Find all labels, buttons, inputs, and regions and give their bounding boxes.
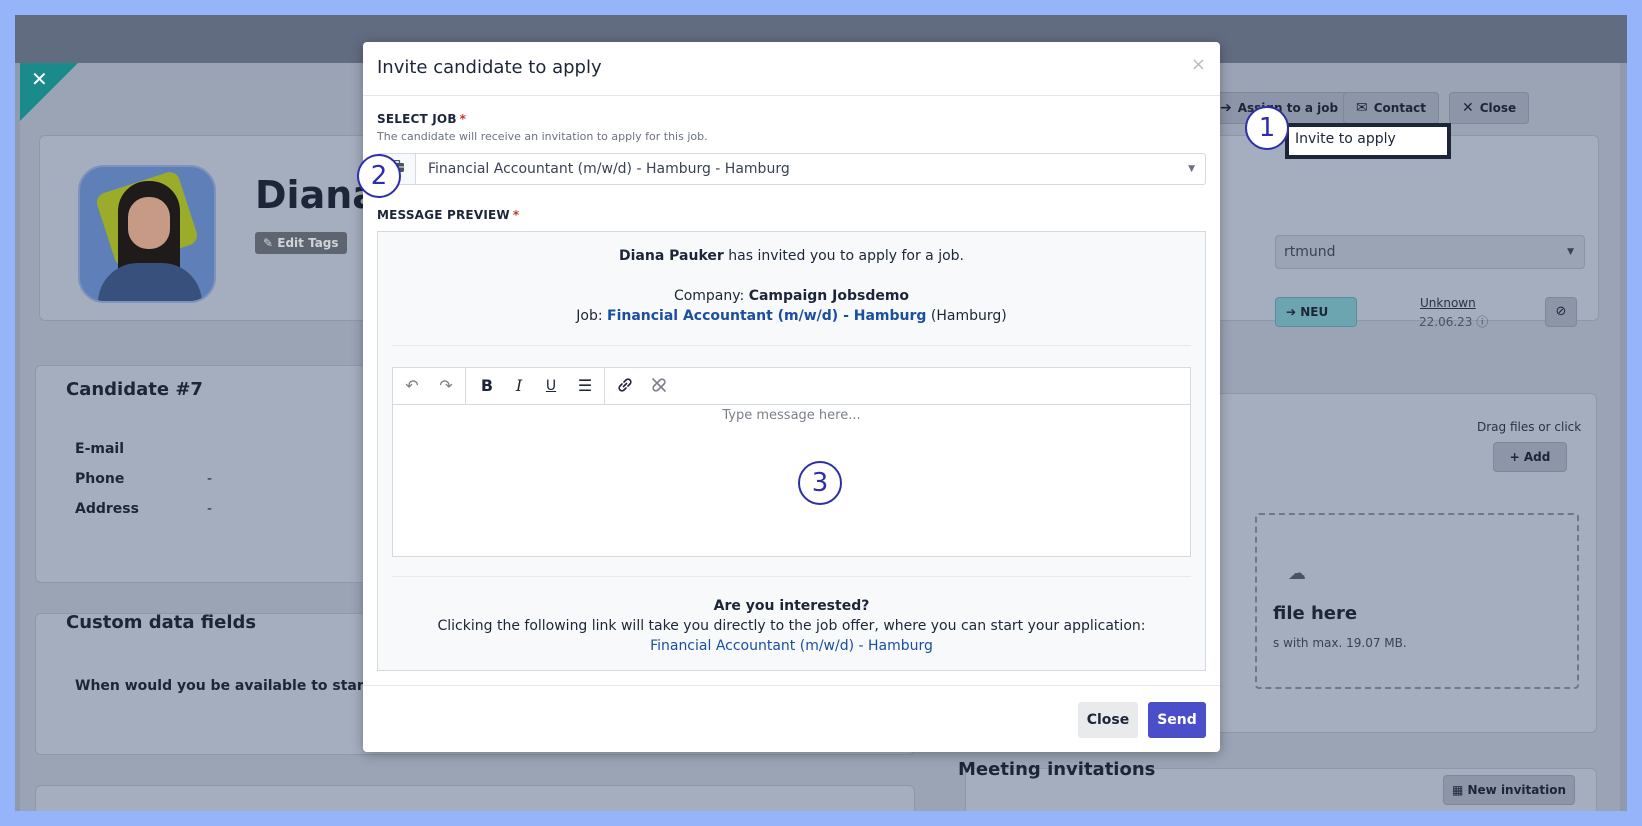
address-value: - [207,501,213,517]
bold-icon[interactable]: B [476,376,498,396]
step-marker-2: 2 [357,154,401,198]
phone-label: Phone [75,471,125,487]
contact-button[interactable]: ✉ Contact [1343,92,1440,124]
ban-icon: ⊘ [1555,304,1567,319]
edit-tags-label: Edit Tags [277,236,339,250]
message-preview: Diana Pauker has invited you to apply fo… [377,231,1206,671]
info-icon: ⓘ [1476,315,1489,329]
modal-header: Invite candidate to apply × [363,42,1220,96]
source-date: 22.06.23 ⓘ [1419,315,1489,329]
bottom-card [35,785,915,811]
location-select[interactable]: rtmund ▼ [1275,235,1585,269]
source-link[interactable]: Unknown [1420,296,1476,310]
phone-value: - [207,471,213,487]
select-job-help: The candidate will receive an invitation… [377,130,708,143]
preview-divider [392,576,1191,577]
job-line: Job: Financial Accountant (m/w/d) - Hamb… [576,308,1007,324]
file-drop-zone[interactable] [1255,513,1579,689]
caret-down-icon: ▼ [1567,247,1574,257]
candidate-card-title: Candidate #7 [66,379,203,400]
link-icon[interactable] [614,376,636,396]
edit-icon: ✎ [263,236,274,250]
close-icon: ✕ [1462,100,1474,116]
add-file-button[interactable]: + Add [1493,442,1567,472]
preview-divider [392,345,1191,346]
message-editor[interactable]: ↶ ↷ B I U ☰ Type message here... [392,367,1191,557]
invite-modal: Invite candidate to apply × SELECT JOB * … [363,42,1220,752]
close-button[interactable]: Close [1078,702,1138,738]
calendar-icon: ▦ [1451,783,1464,797]
redo-icon[interactable]: ↷ [435,376,457,396]
envelope-icon: ✉ [1356,100,1368,116]
close-profile-button[interactable]: ✕ Close [1449,92,1530,124]
invite-to-apply-menu-item[interactable]: Invite to apply [1295,128,1396,150]
drop-zone-title: file here [1273,603,1358,624]
job-select-value: Financial Accountant (m/w/d) - Hamburg -… [428,161,790,177]
block-button[interactable]: ⊘ [1545,297,1577,327]
modal-footer-divider [363,685,1220,686]
send-button[interactable]: Send [1148,702,1206,738]
arrow-right-icon: ➔ [1220,100,1232,116]
interest-job-link[interactable]: Financial Accountant (m/w/d) - Hamburg [378,638,1205,654]
toolbar-divider [465,368,466,404]
drag-hint: Drag files or click [1477,420,1582,434]
start-availability-label: When would you be available to start? [75,678,379,694]
xing-corner-ribbon [20,63,78,121]
undo-icon[interactable]: ↶ [401,376,423,396]
company-line: Company: Campaign Jobsdemo [673,288,910,304]
new-invitation-button[interactable]: ▦ New invitation [1443,775,1575,805]
unlink-icon[interactable] [648,376,670,396]
underline-icon[interactable]: U [540,376,562,396]
select-job-label: SELECT JOB * [377,112,467,126]
meetings-title: Meeting invitations [958,759,1156,780]
italic-icon[interactable]: I [508,376,530,396]
interest-title: Are you interested? [713,598,870,614]
job-link[interactable]: Financial Accountant (m/w/d) - Hamburg [607,308,926,324]
email-label: E-mail [75,441,125,457]
message-preview-label: MESSAGE PREVIEW * [377,208,520,222]
editor-toolbar: ↶ ↷ B I U ☰ [393,368,1190,405]
interest-text: Clicking the following link will take yo… [437,618,1146,634]
editor-placeholder: Type message here... [722,408,861,423]
xing-icon: ✕ [31,67,48,91]
job-select[interactable]: Financial Accountant (m/w/d) - Hamburg -… [377,153,1206,185]
caret-down-icon: ▼ [1188,164,1195,174]
cloud-upload-icon: ☁ [1288,563,1306,584]
plus-icon: + [1509,450,1520,464]
step-marker-1: 1 [1245,106,1289,150]
arrow-right-icon: ➔ [1286,305,1297,319]
modal-title: Invite candidate to apply [377,57,602,78]
bullet-list-icon[interactable]: ☰ [574,376,596,396]
step-marker-3: 3 [798,461,842,505]
toolbar-divider [604,368,605,404]
drop-zone-subtitle: s with max. 19.07 MB. [1273,636,1407,650]
custom-fields-title: Custom data fields [66,612,257,633]
edit-tags-button[interactable]: ✎ Edit Tags [255,232,347,254]
invite-line: Diana Pauker has invited you to apply fo… [619,248,964,264]
avatar[interactable] [78,165,216,303]
address-label: Address [75,501,139,517]
status-neu-button[interactable]: ➔ NEU [1275,297,1357,327]
close-icon[interactable]: × [1191,54,1206,75]
